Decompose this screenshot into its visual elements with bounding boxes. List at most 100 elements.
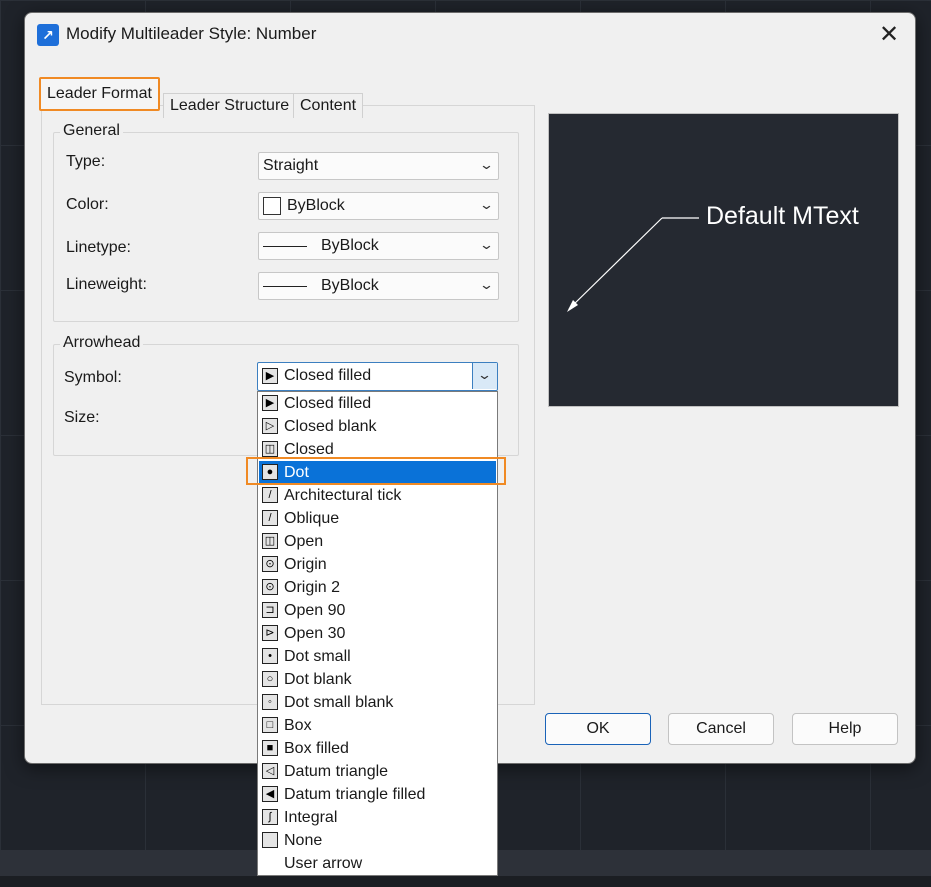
chevron-down-icon: ⌄ [478,157,495,172]
linetype-sample-icon [263,245,307,247]
option-origin-2[interactable]: ⊙ Origin 2 [259,576,496,599]
option-open-90[interactable]: ⊐ Open 90 [259,599,496,622]
option-label: Closed filled [284,395,372,412]
lineweight-sample-icon [263,285,307,287]
linetype-select[interactable]: ByBlock ⌄ [258,232,499,260]
tab-leader-structure[interactable]: Leader Structure [163,93,297,118]
option-architectural-tick[interactable]: / Architectural tick [259,484,496,507]
oblique-arrow-icon: / [262,510,278,526]
type-select[interactable]: Straight ⌄ [258,152,499,180]
box-filled-arrow-icon: ■ [262,740,278,756]
option-datum-triangle[interactable]: ◁ Datum triangle [259,760,496,783]
color-value: ByBlock [287,197,345,214]
option-label: Architectural tick [284,487,402,504]
option-label: Dot blank [284,671,352,688]
linetype-label: Linetype: [66,239,131,256]
option-label: Origin [284,556,327,573]
option-origin[interactable]: ⊙ Origin [259,553,496,576]
integral-arrow-icon: ∫ [262,809,278,825]
closed-blank-arrow-icon: ▷ [262,418,278,434]
option-dot-blank[interactable]: ○ Dot blank [259,668,496,691]
origin-2-arrow-icon: ⊙ [262,579,278,595]
type-label: Type: [66,153,106,170]
ok-button[interactable]: OK [545,713,651,745]
preview-mtext: Default MText [706,202,859,230]
symbol-value: Closed filled [284,367,372,384]
option-label: None [284,832,323,849]
help-button[interactable]: Help [792,713,898,745]
lineweight-value: ByBlock [321,277,379,294]
cancel-button[interactable]: Cancel [668,713,774,745]
leader-preview: Default MText [548,113,899,407]
open-arrow-icon: ◫ [262,533,278,549]
option-closed-filled[interactable]: ▶ Closed filled [259,392,496,415]
user-arrow-arrow-icon [262,855,278,871]
option-label: Dot small blank [284,694,394,711]
option-label: Box [284,717,312,734]
option-dot-small-blank[interactable]: ◦ Dot small blank [259,691,496,714]
option-closed-blank[interactable]: ▷ Closed blank [259,415,496,438]
window-title: Modify Multileader Style: Number [66,24,317,43]
dot-blank-arrow-icon: ○ [262,671,278,687]
option-datum-triangle-filled[interactable]: ◀ Datum triangle filled [259,783,496,806]
option-dot-small[interactable]: • Dot small [259,645,496,668]
canvas-bottom [0,876,931,887]
size-label: Size: [64,409,100,426]
chevron-down-icon: ⌄ [478,197,495,212]
type-value: Straight [263,157,319,174]
open-90-arrow-icon: ⊐ [262,602,278,618]
color-select[interactable]: ByBlock ⌄ [258,192,499,220]
chevron-down-icon: ⌄ [476,367,493,382]
close-icon[interactable]: ✕ [871,19,907,51]
tab-leader-format[interactable]: Leader Format [39,77,160,111]
color-swatch-icon [263,197,281,215]
closed-arrow-icon: ◫ [262,441,278,457]
general-legend: General [60,122,123,140]
option-oblique[interactable]: / Oblique [259,507,496,530]
option-label: Closed blank [284,418,377,435]
option-box[interactable]: □ Box [259,714,496,737]
dot-small-arrow-icon: • [262,648,278,664]
symbol-label: Symbol: [64,369,122,386]
option-label: User arrow [284,855,363,872]
callout-highlight [246,457,506,485]
closed-filled-arrow-icon: ▶ [262,395,278,411]
option-integral[interactable]: ∫ Integral [259,806,496,829]
option-label: Open 30 [284,625,346,642]
option-open[interactable]: ◫ Open [259,530,496,553]
open-30-arrow-icon: ⊳ [262,625,278,641]
option-label: Box filled [284,740,349,757]
datum-triangle-arrow-icon: ◁ [262,763,278,779]
box-arrow-icon: □ [262,717,278,733]
lineweight-label: Lineweight: [66,276,147,293]
option-label: Integral [284,809,338,826]
linetype-value: ByBlock [321,237,379,254]
leader-line-graphic [567,217,699,312]
general-group: General Type: Straight ⌄ Color: ByBlock … [53,122,519,322]
option-label: Origin 2 [284,579,341,596]
option-box-filled[interactable]: ■ Box filled [259,737,496,760]
option-label: Dot small [284,648,351,665]
option-label: Oblique [284,510,340,527]
option-label: Datum triangle filled [284,786,426,803]
color-label: Color: [66,196,109,213]
option-open-30[interactable]: ⊳ Open 30 [259,622,496,645]
option-label: Datum triangle [284,763,389,780]
architectural-tick-arrow-icon: / [262,487,278,503]
origin-arrow-icon: ⊙ [262,556,278,572]
chevron-down-icon: ⌄ [478,277,495,292]
arrowhead-legend: Arrowhead [60,334,144,352]
title-bar: ↗ Modify Multileader Style: Number ✕ [25,13,915,57]
tab-content[interactable]: Content [293,93,364,118]
multileader-icon: ↗ [37,24,59,46]
chevron-down-icon: ⌄ [478,237,495,252]
option-none[interactable]: None [259,829,496,852]
arrowhead-symbol-select[interactable]: ▶ Closed filled ⌄ [257,362,498,391]
option-label: Open [284,533,324,550]
option-user-arrow[interactable]: User arrow [259,852,496,875]
none-arrow-icon [262,832,278,848]
datum-triangle-filled-arrow-icon: ◀ [262,786,278,802]
closed-filled-arrow-icon: ▶ [262,368,278,384]
lineweight-select[interactable]: ByBlock ⌄ [258,272,499,300]
dot-small-blank-arrow-icon: ◦ [262,694,278,710]
